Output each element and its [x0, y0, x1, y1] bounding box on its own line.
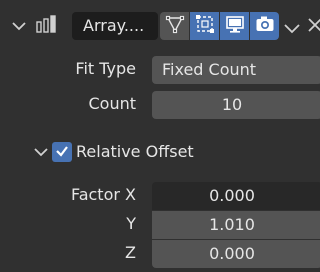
modifier-panel: Array.... Fit Type Fixed Count Count 10 …: [0, 0, 320, 272]
factor-y-label: Y: [126, 214, 136, 233]
factor-x-field[interactable]: 0.000: [152, 182, 320, 210]
count-label: Count: [88, 94, 136, 113]
factor-y-field[interactable]: 1.010: [152, 211, 320, 239]
render-toggle[interactable]: [250, 12, 279, 40]
array-modifier-icon: [36, 15, 58, 37]
fit-type-dropdown[interactable]: Fixed Count: [152, 56, 320, 84]
chevron-down-icon[interactable]: [12, 20, 26, 32]
fit-type-label: Fit Type: [75, 59, 136, 78]
modifier-header: Array....: [0, 0, 320, 52]
modifier-name-field[interactable]: Array....: [72, 12, 158, 40]
monitor-icon: [225, 14, 245, 38]
on-cage-icon: [195, 14, 215, 38]
factor-z-field[interactable]: 0.000: [152, 240, 320, 268]
relative-offset-label: Relative Offset: [76, 142, 194, 161]
factor-x-label: Factor X: [70, 185, 136, 204]
count-field[interactable]: 10: [152, 91, 320, 119]
edit-mode-toggle[interactable]: [160, 12, 189, 40]
modifier-visibility-toggles: [160, 12, 280, 40]
checkmark-icon: [55, 143, 69, 162]
factor-z-label: Z: [125, 243, 136, 262]
edit-mode-icon: [165, 14, 185, 38]
viewport-toggle[interactable]: [220, 12, 249, 40]
close-icon[interactable]: [308, 17, 320, 37]
on-cage-toggle[interactable]: [190, 12, 219, 40]
chevron-down-icon[interactable]: [284, 20, 300, 39]
camera-icon: [255, 14, 275, 38]
relative-offset-checkbox[interactable]: [52, 142, 72, 162]
chevron-down-icon[interactable]: [34, 146, 48, 158]
